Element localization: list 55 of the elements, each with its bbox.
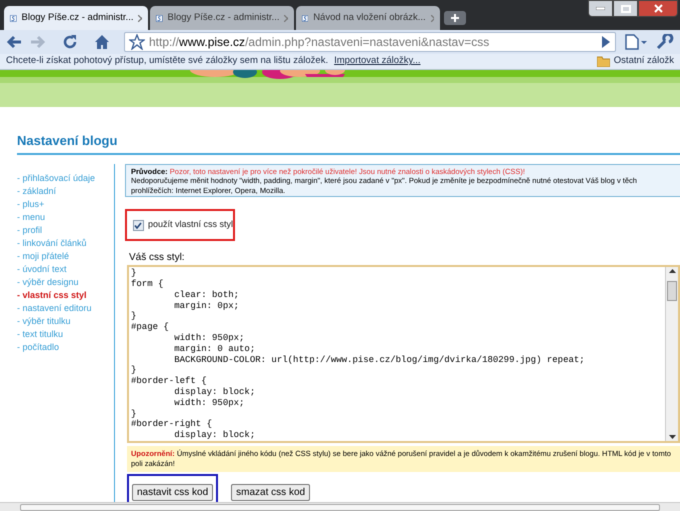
wrench-icon[interactable] [656, 34, 674, 50]
sidebar-link[interactable]: - základní [17, 184, 114, 198]
new-tab-button[interactable] [444, 11, 466, 25]
check-icon [134, 222, 142, 229]
maximize-icon [620, 4, 630, 12]
star-icon[interactable] [129, 34, 145, 50]
minimize-button[interactable] [588, 0, 613, 17]
scroll-down-icon[interactable] [668, 435, 676, 440]
sidebar-link[interactable]: - nastavení editoru [17, 302, 114, 314]
browser-tab[interactable]: Návod na vložení obrázk... [296, 6, 440, 30]
back-icon[interactable] [6, 35, 22, 49]
page-menu-icon[interactable] [624, 34, 648, 50]
sidebar-link[interactable]: - profil [17, 224, 114, 236]
tab-title: Blogy Píše.cz - administr... [168, 10, 280, 25]
browser-tab[interactable]: Blogy Píše.cz - administr... [4, 6, 148, 30]
css-code: } form { clear: both; margin: 0px; } #page { width: 950px; margin: 0 auto; BACKGROUND-COLOR: url(http://www.pise.cz/blog/img/dvirka/180299.jpg) repeat; } #border-left { display: block; width: 950px; } #border-right { display: block; [130, 267, 586, 442]
sidebar-link[interactable]: - úvodní text [17, 262, 114, 276]
bookmarks-bar-message: Chcete-li získat pohotový přístup, umístěte své záložky sem na lištu záložek. [6, 54, 328, 68]
close-button[interactable] [638, 0, 678, 17]
sidebar-link[interactable]: - přihlašovací údaje [17, 172, 114, 184]
sidebar-link[interactable]: - výběr designu [17, 276, 114, 288]
horizontal-scrollbar[interactable] [0, 502, 680, 511]
import-bookmarks-link[interactable]: Importovat záložky... [334, 54, 421, 69]
sidebar-link[interactable]: - počítadlo [17, 340, 114, 354]
sidebar-link[interactable]: - text titulku [17, 328, 114, 340]
field-label: Váš css styl: [129, 251, 186, 266]
sidebar-link[interactable]: - moji přátelé [17, 250, 114, 262]
sidebar-link[interactable]: - menu [17, 210, 114, 224]
checkbox-label[interactable]: použít vlastní css styl [148, 218, 233, 232]
browser-tab[interactable]: Blogy Píše.cz - administr... [150, 6, 294, 30]
sidebar-link[interactable]: - výběr titulku [17, 314, 114, 328]
scroll-up-icon[interactable] [668, 269, 676, 274]
address-bar[interactable]: http://www.pise.cz/admin.php?nastaveni=nastaveni&nastav=css [124, 32, 616, 52]
go-icon[interactable] [601, 36, 611, 48]
submit-button[interactable]: nastavit css kod [132, 484, 214, 502]
minimize-icon [596, 7, 605, 10]
close-icon [654, 4, 662, 13]
sidebar-link[interactable]: - plus+ [17, 198, 114, 210]
scrollbar-thumb[interactable] [667, 281, 677, 302]
submit-button[interactable]: smazat css kod [231, 484, 310, 502]
reload-icon[interactable] [62, 34, 78, 50]
url-text: http://www.pise.cz/admin.php?nastaveni=nastaveni&nastav=css [149, 34, 490, 51]
tab-title: Návod na vložení obrázk... [313, 10, 426, 25]
sidebar-link[interactable]: - vlastní css styl [17, 288, 114, 302]
plus-icon [451, 14, 459, 22]
home-icon[interactable] [94, 34, 110, 50]
maximize-button[interactable] [613, 0, 638, 17]
other-bookmarks-button[interactable]: Ostatní záložk [614, 54, 674, 69]
folder-icon [596, 56, 610, 67]
scrollbar-thumb[interactable] [20, 504, 660, 510]
checkbox[interactable] [133, 220, 144, 231]
tab-title: Blogy Píše.cz - administr... [22, 10, 134, 25]
scrollbar[interactable] [665, 267, 678, 442]
page-heading: Nastavení blogu [17, 131, 680, 154]
sidebar-link[interactable]: - linkování článků [17, 236, 114, 250]
